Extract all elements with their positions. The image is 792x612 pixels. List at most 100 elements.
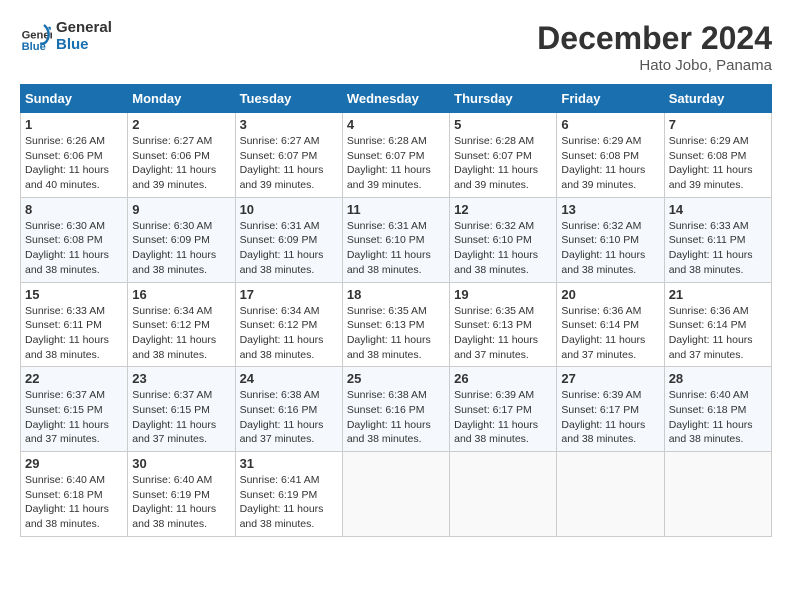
calendar-cell: 4 Sunrise: 6:28 AMSunset: 6:07 PMDayligh… bbox=[342, 113, 449, 198]
day-header-thursday: Thursday bbox=[450, 85, 557, 113]
cell-content: Sunrise: 6:38 AMSunset: 6:16 PMDaylight:… bbox=[347, 388, 445, 447]
logo: General Blue General Blue bbox=[20, 20, 112, 53]
calendar-cell: 8 Sunrise: 6:30 AMSunset: 6:08 PMDayligh… bbox=[21, 197, 128, 282]
calendar-cell bbox=[557, 452, 664, 537]
cell-content: Sunrise: 6:39 AMSunset: 6:17 PMDaylight:… bbox=[454, 388, 552, 447]
cell-content: Sunrise: 6:35 AMSunset: 6:13 PMDaylight:… bbox=[454, 304, 552, 363]
day-number: 19 bbox=[454, 287, 552, 302]
calendar-cell bbox=[450, 452, 557, 537]
cell-content: Sunrise: 6:27 AMSunset: 6:06 PMDaylight:… bbox=[132, 134, 230, 193]
cell-content: Sunrise: 6:41 AMSunset: 6:19 PMDaylight:… bbox=[240, 473, 338, 532]
cell-content: Sunrise: 6:37 AMSunset: 6:15 PMDaylight:… bbox=[25, 388, 123, 447]
calendar-cell: 24 Sunrise: 6:38 AMSunset: 6:16 PMDaylig… bbox=[235, 367, 342, 452]
day-number: 11 bbox=[347, 202, 445, 217]
day-number: 5 bbox=[454, 117, 552, 132]
calendar-cell: 21 Sunrise: 6:36 AMSunset: 6:14 PMDaylig… bbox=[664, 282, 771, 367]
cell-content: Sunrise: 6:31 AMSunset: 6:09 PMDaylight:… bbox=[240, 219, 338, 278]
calendar-cell: 28 Sunrise: 6:40 AMSunset: 6:18 PMDaylig… bbox=[664, 367, 771, 452]
calendar-cell: 19 Sunrise: 6:35 AMSunset: 6:13 PMDaylig… bbox=[450, 282, 557, 367]
day-number: 14 bbox=[669, 202, 767, 217]
day-number: 3 bbox=[240, 117, 338, 132]
day-number: 12 bbox=[454, 202, 552, 217]
location: Hato Jobo, Panama bbox=[537, 57, 772, 74]
page-header: General Blue General Blue December 2024 … bbox=[20, 20, 772, 74]
day-number: 1 bbox=[25, 117, 123, 132]
cell-content: Sunrise: 6:32 AMSunset: 6:10 PMDaylight:… bbox=[561, 219, 659, 278]
day-number: 17 bbox=[240, 287, 338, 302]
cell-content: Sunrise: 6:36 AMSunset: 6:14 PMDaylight:… bbox=[561, 304, 659, 363]
calendar-week-1: 1 Sunrise: 6:26 AMSunset: 6:06 PMDayligh… bbox=[21, 113, 772, 198]
calendar-cell: 5 Sunrise: 6:28 AMSunset: 6:07 PMDayligh… bbox=[450, 113, 557, 198]
calendar-cell: 26 Sunrise: 6:39 AMSunset: 6:17 PMDaylig… bbox=[450, 367, 557, 452]
day-number: 26 bbox=[454, 371, 552, 386]
cell-content: Sunrise: 6:29 AMSunset: 6:08 PMDaylight:… bbox=[561, 134, 659, 193]
cell-content: Sunrise: 6:26 AMSunset: 6:06 PMDaylight:… bbox=[25, 134, 123, 193]
calendar-cell: 31 Sunrise: 6:41 AMSunset: 6:19 PMDaylig… bbox=[235, 452, 342, 537]
day-header-tuesday: Tuesday bbox=[235, 85, 342, 113]
cell-content: Sunrise: 6:28 AMSunset: 6:07 PMDaylight:… bbox=[454, 134, 552, 193]
day-header-wednesday: Wednesday bbox=[342, 85, 449, 113]
day-header-saturday: Saturday bbox=[664, 85, 771, 113]
calendar-cell: 6 Sunrise: 6:29 AMSunset: 6:08 PMDayligh… bbox=[557, 113, 664, 198]
logo-icon: General Blue bbox=[20, 21, 52, 53]
calendar-header-row: SundayMondayTuesdayWednesdayThursdayFrid… bbox=[21, 85, 772, 113]
cell-content: Sunrise: 6:32 AMSunset: 6:10 PMDaylight:… bbox=[454, 219, 552, 278]
cell-content: Sunrise: 6:40 AMSunset: 6:19 PMDaylight:… bbox=[132, 473, 230, 532]
day-number: 15 bbox=[25, 287, 123, 302]
day-number: 31 bbox=[240, 456, 338, 471]
cell-content: Sunrise: 6:33 AMSunset: 6:11 PMDaylight:… bbox=[669, 219, 767, 278]
cell-content: Sunrise: 6:29 AMSunset: 6:08 PMDaylight:… bbox=[669, 134, 767, 193]
day-number: 2 bbox=[132, 117, 230, 132]
calendar-cell: 11 Sunrise: 6:31 AMSunset: 6:10 PMDaylig… bbox=[342, 197, 449, 282]
calendar-cell: 23 Sunrise: 6:37 AMSunset: 6:15 PMDaylig… bbox=[128, 367, 235, 452]
day-number: 13 bbox=[561, 202, 659, 217]
cell-content: Sunrise: 6:34 AMSunset: 6:12 PMDaylight:… bbox=[132, 304, 230, 363]
calendar-cell: 3 Sunrise: 6:27 AMSunset: 6:07 PMDayligh… bbox=[235, 113, 342, 198]
day-header-sunday: Sunday bbox=[21, 85, 128, 113]
day-number: 28 bbox=[669, 371, 767, 386]
day-number: 22 bbox=[25, 371, 123, 386]
calendar-cell: 12 Sunrise: 6:32 AMSunset: 6:10 PMDaylig… bbox=[450, 197, 557, 282]
calendar-cell: 25 Sunrise: 6:38 AMSunset: 6:16 PMDaylig… bbox=[342, 367, 449, 452]
cell-content: Sunrise: 6:31 AMSunset: 6:10 PMDaylight:… bbox=[347, 219, 445, 278]
day-number: 18 bbox=[347, 287, 445, 302]
calendar-cell: 13 Sunrise: 6:32 AMSunset: 6:10 PMDaylig… bbox=[557, 197, 664, 282]
calendar-cell: 30 Sunrise: 6:40 AMSunset: 6:19 PMDaylig… bbox=[128, 452, 235, 537]
day-number: 27 bbox=[561, 371, 659, 386]
calendar-cell: 17 Sunrise: 6:34 AMSunset: 6:12 PMDaylig… bbox=[235, 282, 342, 367]
calendar-cell: 22 Sunrise: 6:37 AMSunset: 6:15 PMDaylig… bbox=[21, 367, 128, 452]
calendar-cell: 15 Sunrise: 6:33 AMSunset: 6:11 PMDaylig… bbox=[21, 282, 128, 367]
day-header-monday: Monday bbox=[128, 85, 235, 113]
calendar-cell: 29 Sunrise: 6:40 AMSunset: 6:18 PMDaylig… bbox=[21, 452, 128, 537]
cell-content: Sunrise: 6:34 AMSunset: 6:12 PMDaylight:… bbox=[240, 304, 338, 363]
cell-content: Sunrise: 6:30 AMSunset: 6:08 PMDaylight:… bbox=[25, 219, 123, 278]
day-number: 25 bbox=[347, 371, 445, 386]
day-number: 6 bbox=[561, 117, 659, 132]
calendar-cell bbox=[664, 452, 771, 537]
day-number: 29 bbox=[25, 456, 123, 471]
cell-content: Sunrise: 6:35 AMSunset: 6:13 PMDaylight:… bbox=[347, 304, 445, 363]
calendar-cell: 9 Sunrise: 6:30 AMSunset: 6:09 PMDayligh… bbox=[128, 197, 235, 282]
day-number: 21 bbox=[669, 287, 767, 302]
calendar-cell: 10 Sunrise: 6:31 AMSunset: 6:09 PMDaylig… bbox=[235, 197, 342, 282]
title-block: December 2024 Hato Jobo, Panama bbox=[537, 20, 772, 74]
calendar-cell: 7 Sunrise: 6:29 AMSunset: 6:08 PMDayligh… bbox=[664, 113, 771, 198]
calendar-table: SundayMondayTuesdayWednesdayThursdayFrid… bbox=[20, 84, 772, 537]
cell-content: Sunrise: 6:30 AMSunset: 6:09 PMDaylight:… bbox=[132, 219, 230, 278]
day-number: 4 bbox=[347, 117, 445, 132]
calendar-cell: 18 Sunrise: 6:35 AMSunset: 6:13 PMDaylig… bbox=[342, 282, 449, 367]
cell-content: Sunrise: 6:37 AMSunset: 6:15 PMDaylight:… bbox=[132, 388, 230, 447]
logo-line2: Blue bbox=[56, 37, 112, 54]
day-number: 30 bbox=[132, 456, 230, 471]
calendar-cell bbox=[342, 452, 449, 537]
day-number: 16 bbox=[132, 287, 230, 302]
cell-content: Sunrise: 6:40 AMSunset: 6:18 PMDaylight:… bbox=[669, 388, 767, 447]
calendar-week-2: 8 Sunrise: 6:30 AMSunset: 6:08 PMDayligh… bbox=[21, 197, 772, 282]
day-number: 9 bbox=[132, 202, 230, 217]
day-number: 23 bbox=[132, 371, 230, 386]
calendar-week-3: 15 Sunrise: 6:33 AMSunset: 6:11 PMDaylig… bbox=[21, 282, 772, 367]
calendar-week-4: 22 Sunrise: 6:37 AMSunset: 6:15 PMDaylig… bbox=[21, 367, 772, 452]
day-number: 10 bbox=[240, 202, 338, 217]
day-header-friday: Friday bbox=[557, 85, 664, 113]
day-number: 24 bbox=[240, 371, 338, 386]
